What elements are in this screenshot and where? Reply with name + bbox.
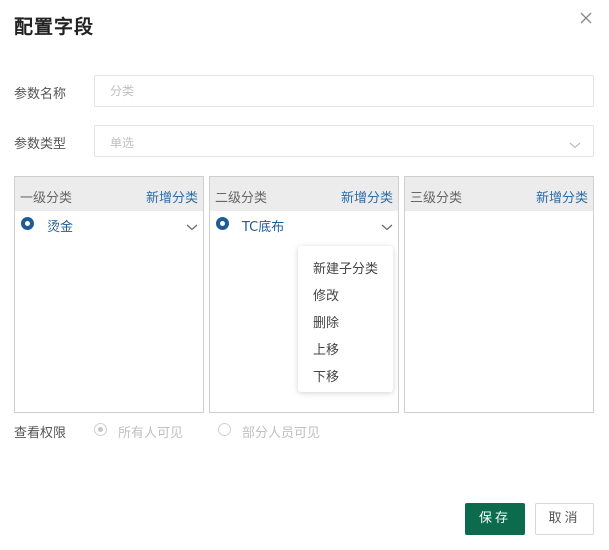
radio-selected-icon[interactable] bbox=[21, 217, 34, 230]
param-name-field-wrapper bbox=[94, 75, 594, 107]
permission-option-label: 部分人员可见 bbox=[242, 426, 321, 441]
panel-header: 二级分类 新增分类 bbox=[210, 177, 398, 211]
permission-option-label: 所有人可见 bbox=[118, 426, 184, 441]
panel-title: 二级分类 bbox=[215, 191, 268, 206]
category-context-menu: 新建子分类 修改 删除 上移 下移 bbox=[298, 246, 393, 392]
chevron-down-icon bbox=[569, 136, 581, 149]
param-type-select[interactable]: 单选 bbox=[94, 125, 594, 157]
menu-item-delete[interactable]: 删除 bbox=[313, 312, 339, 331]
param-type-label: 参数类型 bbox=[14, 137, 67, 152]
category-item-label: TC底布 bbox=[242, 220, 285, 235]
menu-item-move-up[interactable]: 上移 bbox=[313, 339, 339, 358]
param-name-label: 参数名称 bbox=[14, 87, 67, 102]
menu-item-move-down[interactable]: 下移 bbox=[313, 366, 339, 385]
permission-option-everyone[interactable]: 所有人可见 bbox=[94, 420, 204, 441]
level3-category-panel: 三级分类 新增分类 bbox=[404, 176, 594, 413]
config-field-dialog: 配置字段 参数名称 参数类型 单选 一级分类 新增分类 烫金 二级分类 新增分类 bbox=[0, 0, 609, 550]
radio-selected-icon[interactable] bbox=[216, 217, 229, 230]
dialog-title: 配置字段 bbox=[14, 16, 95, 38]
panel-title: 一级分类 bbox=[20, 191, 73, 206]
chevron-down-icon[interactable] bbox=[381, 218, 393, 231]
permission-option-partial[interactable]: 部分人员可见 bbox=[218, 420, 338, 441]
radio-icon[interactable] bbox=[218, 423, 231, 436]
add-category-link[interactable]: 新增分类 bbox=[341, 187, 393, 206]
list-item[interactable]: TC底布 bbox=[210, 211, 398, 235]
param-type-value: 单选 bbox=[110, 136, 135, 150]
chevron-down-icon[interactable] bbox=[186, 218, 198, 231]
panel-title: 三级分类 bbox=[410, 191, 463, 206]
panel-header: 一级分类 新增分类 bbox=[15, 177, 203, 211]
radio-icon[interactable] bbox=[94, 423, 107, 436]
level1-category-panel: 一级分类 新增分类 烫金 bbox=[14, 176, 204, 413]
view-permission-label: 查看权限 bbox=[14, 426, 67, 441]
save-button[interactable]: 保存 bbox=[465, 503, 525, 535]
menu-item-edit[interactable]: 修改 bbox=[313, 285, 339, 304]
close-icon[interactable] bbox=[578, 10, 594, 26]
panel-header: 三级分类 新增分类 bbox=[405, 177, 593, 211]
category-item-label: 烫金 bbox=[47, 220, 74, 235]
menu-item-new-subcategory[interactable]: 新建子分类 bbox=[313, 258, 378, 277]
param-name-input[interactable] bbox=[95, 76, 593, 106]
list-item[interactable]: 烫金 bbox=[15, 211, 203, 235]
add-category-link[interactable]: 新增分类 bbox=[146, 187, 198, 206]
add-category-link[interactable]: 新增分类 bbox=[536, 187, 588, 206]
cancel-button[interactable]: 取消 bbox=[535, 503, 594, 535]
